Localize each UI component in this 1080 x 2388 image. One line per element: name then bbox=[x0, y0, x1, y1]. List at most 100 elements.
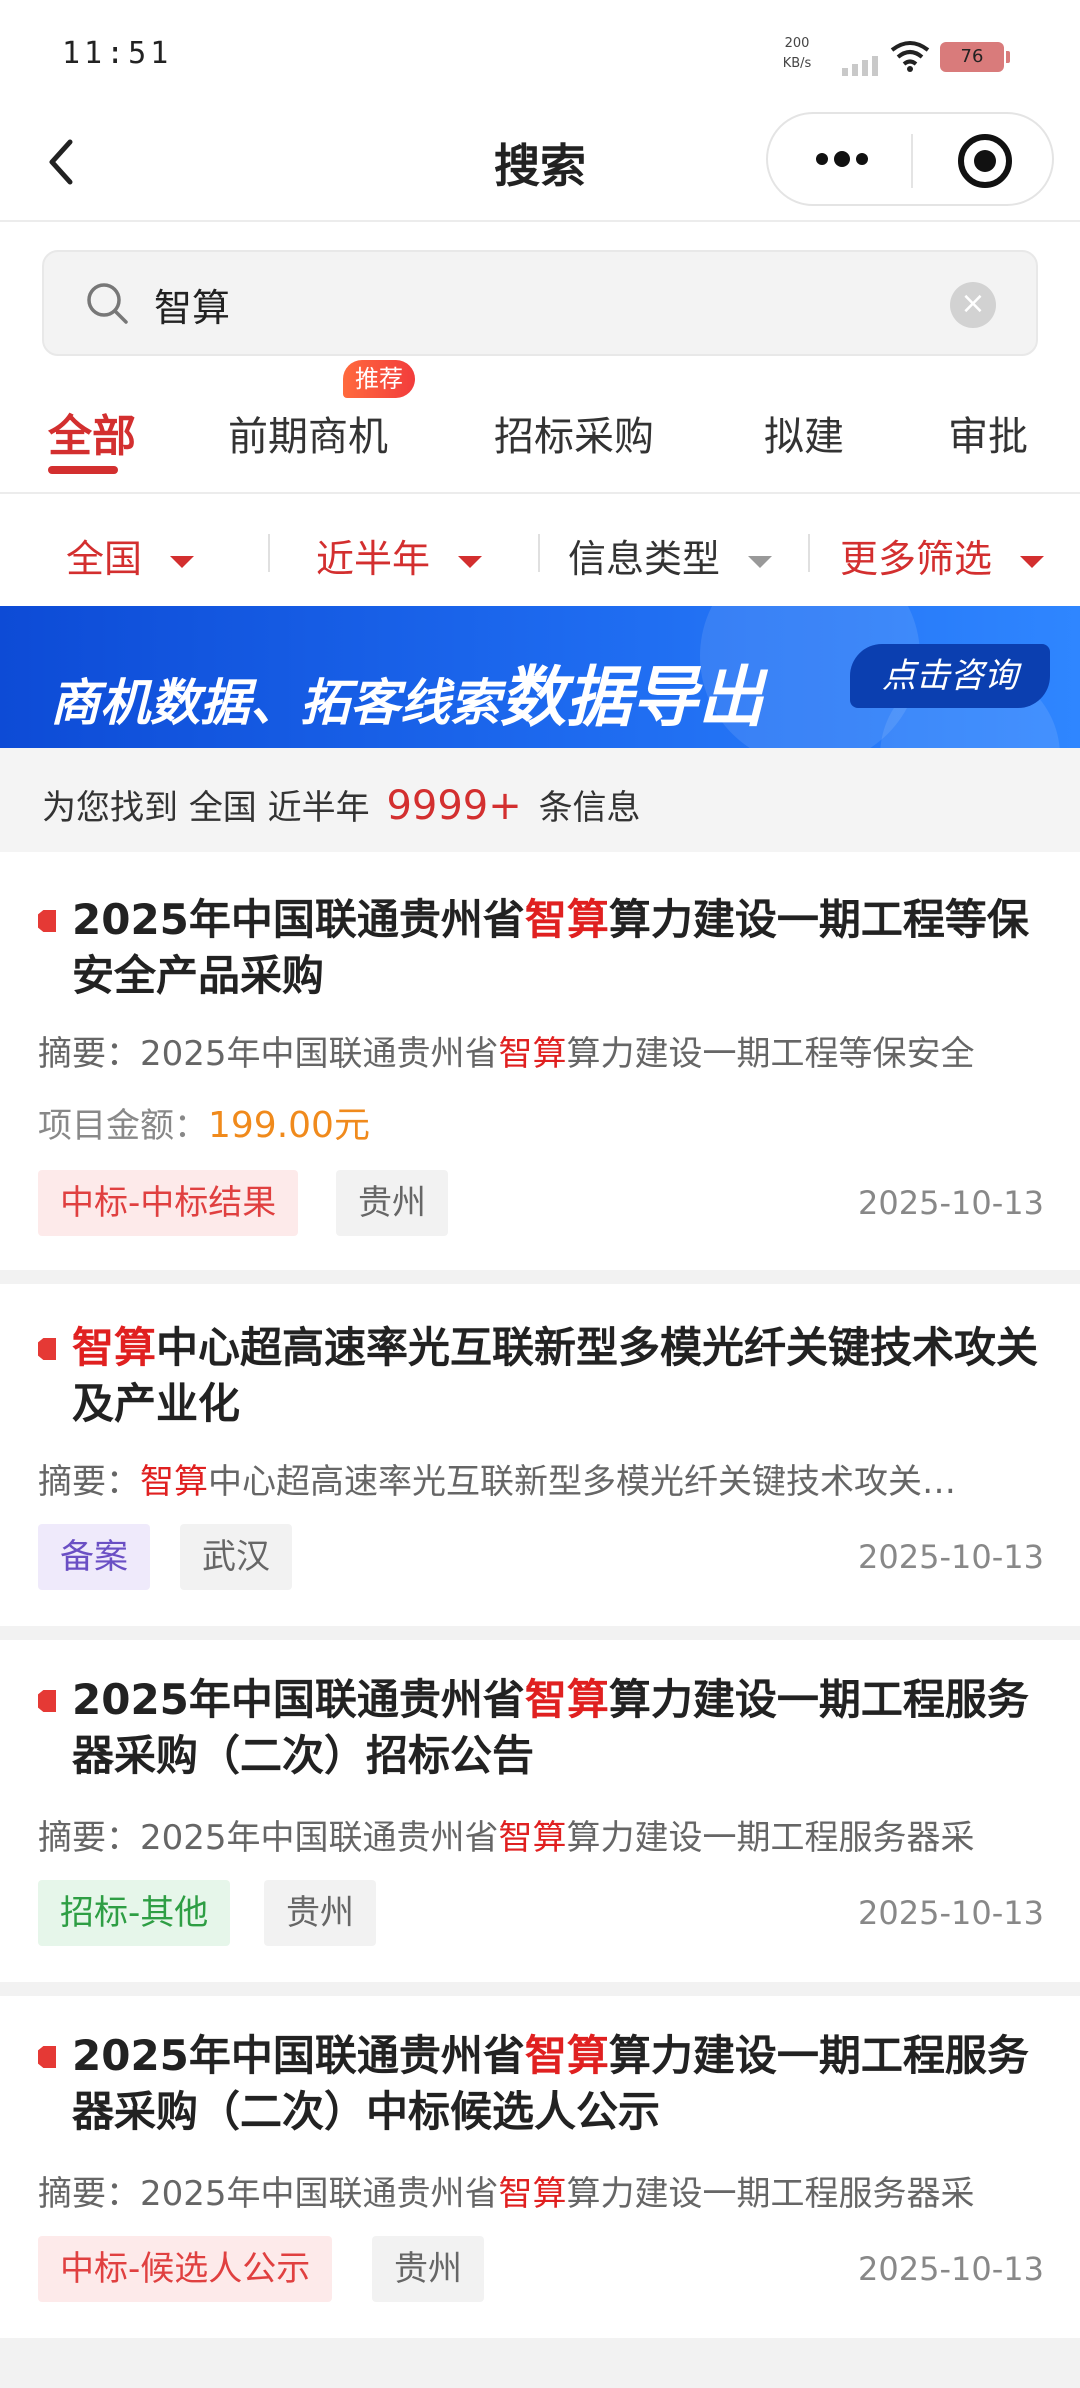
filter-divider bbox=[268, 534, 270, 572]
summary-text: 2025年中国联通贵州省 bbox=[140, 2174, 499, 2214]
summary-highlight: 智算 bbox=[498, 1034, 567, 1074]
caret-down-icon bbox=[458, 555, 483, 568]
banner-text-small: 商机数据、拓客线索 bbox=[50, 674, 500, 732]
filter-info-type-label: 信息类型 bbox=[568, 537, 721, 581]
title-text: 2025年中国联通贵州省 bbox=[72, 1675, 525, 1724]
filter-divider bbox=[538, 534, 540, 572]
title-text: 中心超高速率光互联新型多模光纤关键技术攻关及产业化 bbox=[72, 1323, 1039, 1428]
network-speed-value: 200 bbox=[784, 36, 810, 51]
flag-icon bbox=[38, 910, 56, 932]
publish-date: 2025-10-13 bbox=[858, 1538, 1044, 1576]
summary-text: 中心超高速率光互联新型多模光纤关键技术攻关… bbox=[208, 1462, 956, 1502]
publish-date: 2025-10-13 bbox=[858, 2250, 1044, 2288]
card-separator bbox=[0, 1270, 1080, 1284]
summary-label: 摘要： bbox=[38, 2174, 140, 2214]
filter-more[interactable]: 更多筛选 bbox=[840, 528, 1045, 583]
result-card[interactable]: 智算中心超高速率光互联新型多模光纤关键技术攻关及产业化 摘要：智算中心超高速率光… bbox=[0, 1284, 1080, 1626]
banner-text-big: 数据导出 bbox=[500, 659, 764, 736]
filter-region[interactable]: 全国 bbox=[66, 528, 195, 583]
capsule-divider bbox=[911, 134, 913, 188]
filter-divider bbox=[808, 534, 810, 572]
summary-label: 摘要： bbox=[38, 1462, 140, 1502]
status-badge: 备案 bbox=[38, 1524, 150, 1590]
filter-region-label: 全国 bbox=[66, 537, 143, 581]
result-summary-text: 摘要：2025年中国联通贵州省智算算力建设一期工程服务器采 bbox=[38, 1810, 1038, 1859]
title-highlight: 智算 bbox=[524, 1675, 609, 1724]
project-amount: 项目金额：199.00元 bbox=[38, 1096, 370, 1148]
result-summary: 为您找到 全国 近半年 9999+ 条信息 bbox=[0, 748, 1080, 852]
recommend-badge: 推荐 bbox=[343, 360, 415, 398]
tab-early-opportunities[interactable]: 前期商机 bbox=[228, 404, 388, 462]
wifi-icon bbox=[890, 41, 930, 72]
title-text: 2025年中国联通贵州省 bbox=[72, 2031, 525, 2080]
publish-date: 2025-10-13 bbox=[858, 1894, 1044, 1932]
filter-period-label: 近半年 bbox=[316, 537, 431, 581]
summary-label: 摘要： bbox=[38, 1034, 140, 1074]
filter-bar: 全国 近半年 信息类型 更多筛选 bbox=[0, 494, 1080, 606]
status-time: 11:51 bbox=[62, 36, 173, 71]
publish-date: 2025-10-13 bbox=[858, 1184, 1044, 1222]
caret-down-icon bbox=[1020, 555, 1045, 568]
banner-headline: 商机数据、拓客线索数据导出 bbox=[50, 644, 764, 740]
title-highlight: 智算 bbox=[72, 1323, 157, 1372]
caret-down-icon bbox=[748, 555, 773, 568]
status-badge: 中标-中标结果 bbox=[38, 1170, 299, 1236]
result-card[interactable]: 2025年中国联通贵州省智算算力建设一期工程服务器采购（二次）中标候选人公示 摘… bbox=[0, 1996, 1080, 2338]
tab-active-indicator bbox=[48, 466, 118, 474]
filter-more-label: 更多筛选 bbox=[840, 537, 993, 581]
summary-text: 算力建设一期工程等保安全 bbox=[566, 1034, 975, 1074]
summary-text: 2025年中国联通贵州省 bbox=[140, 1818, 499, 1858]
target-icon[interactable] bbox=[956, 132, 1014, 190]
tab-proposed[interactable]: 拟建 bbox=[764, 404, 844, 462]
region-badge: 贵州 bbox=[336, 1170, 448, 1236]
filter-info-type[interactable]: 信息类型 bbox=[568, 528, 773, 583]
tab-all[interactable]: 全部 bbox=[48, 400, 136, 464]
caret-down-icon bbox=[170, 555, 195, 568]
mini-program-capsule bbox=[766, 112, 1054, 206]
region-badge: 贵州 bbox=[372, 2236, 484, 2302]
search-bar: × bbox=[42, 250, 1038, 356]
result-summary-text: 摘要：2025年中国联通贵州省智算算力建设一期工程等保安全 bbox=[38, 1026, 1038, 1075]
consult-button[interactable]: 点击咨询 bbox=[850, 644, 1050, 708]
more-dots-icon[interactable] bbox=[812, 144, 872, 174]
flag-icon bbox=[38, 1690, 56, 1712]
title-text: 2025年中国联通贵州省 bbox=[72, 895, 525, 944]
result-title: 2025年中国联通贵州省智算算力建设一期工程服务器采购（二次）中标候选人公示 bbox=[72, 2028, 1052, 2140]
region-badge: 贵州 bbox=[264, 1880, 376, 1946]
title-highlight: 智算 bbox=[524, 2031, 609, 2080]
search-input[interactable] bbox=[154, 276, 854, 332]
summary-text: 算力建设一期工程服务器采 bbox=[566, 2174, 975, 2214]
summary-period: 近半年 bbox=[267, 788, 370, 828]
summary-highlight: 智算 bbox=[498, 2174, 567, 2214]
amount-label: 项目金额： bbox=[38, 1106, 208, 1146]
clear-icon[interactable]: × bbox=[950, 282, 996, 328]
category-tabs: 全部 前期商机 推荐 招标采购 拟建 审批 bbox=[0, 360, 1080, 494]
summary-highlight: 智算 bbox=[140, 1462, 208, 1502]
network-speed: 200 KB/s bbox=[772, 34, 822, 74]
promo-banner[interactable]: 商机数据、拓客线索数据导出 点击咨询 bbox=[0, 606, 1080, 748]
result-card[interactable]: 2025年中国联通贵州省智算算力建设一期工程服务器采购（二次）招标公告 摘要：2… bbox=[0, 1640, 1080, 1982]
battery-icon: 76 bbox=[940, 42, 1010, 72]
filter-period[interactable]: 近半年 bbox=[316, 528, 483, 583]
tab-approval[interactable]: 审批 bbox=[948, 404, 1028, 462]
flag-icon bbox=[38, 1338, 56, 1360]
result-card[interactable]: 2025年中国联通贵州省智算算力建设一期工程等保安全产品采购 摘要：2025年中… bbox=[0, 852, 1080, 1270]
summary-suffix: 条信息 bbox=[538, 788, 641, 828]
summary-region: 全国 bbox=[188, 788, 257, 828]
nav-bar: 搜索 bbox=[0, 110, 1080, 222]
region-badge: 武汉 bbox=[180, 1524, 292, 1590]
tab-bidding[interactable]: 招标采购 bbox=[494, 404, 654, 462]
status-badge: 招标-其他 bbox=[38, 1880, 231, 1946]
status-bar: 11:51 200 KB/s 76 bbox=[0, 0, 1080, 110]
card-separator bbox=[0, 1982, 1080, 1996]
summary-prefix: 为您找到 bbox=[42, 788, 178, 828]
result-summary-text: 摘要：2025年中国联通贵州省智算算力建设一期工程服务器采 bbox=[38, 2166, 1038, 2215]
summary-text: 2025年中国联通贵州省 bbox=[140, 1034, 499, 1074]
summary-highlight: 智算 bbox=[498, 1818, 567, 1858]
search-icon bbox=[87, 283, 128, 324]
summary-label: 摘要： bbox=[38, 1818, 140, 1858]
result-title: 2025年中国联通贵州省智算算力建设一期工程服务器采购（二次）招标公告 bbox=[72, 1672, 1052, 1784]
flag-icon bbox=[38, 2046, 56, 2068]
network-speed-unit: KB/s bbox=[782, 56, 812, 71]
title-highlight: 智算 bbox=[524, 895, 609, 944]
